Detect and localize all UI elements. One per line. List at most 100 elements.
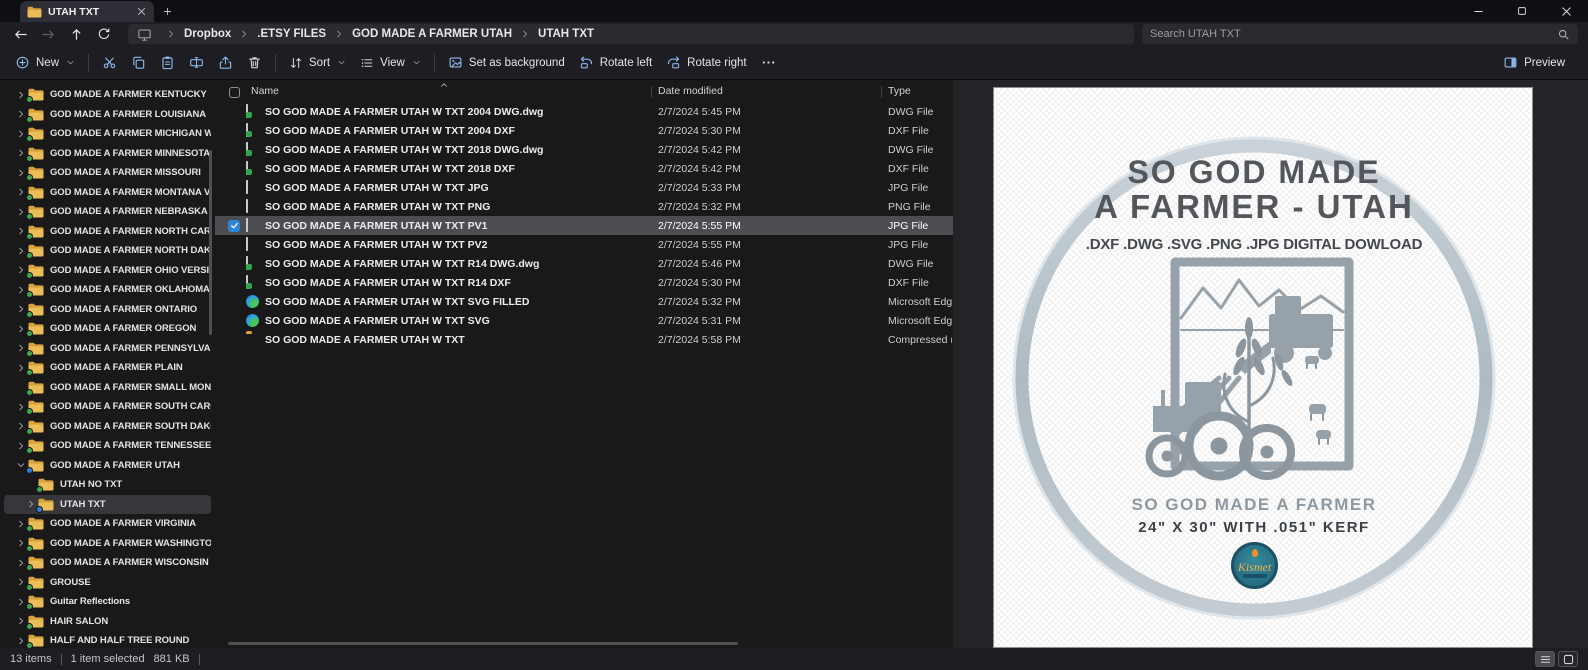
breadcrumb-item[interactable]: .ETSY FILES <box>233 28 326 40</box>
sidebar-folder-item[interactable]: GOD MADE A FARMER MONTANA VERSION <box>4 183 211 203</box>
large-icons-view-button[interactable] <box>1558 651 1578 667</box>
column-divider[interactable] <box>881 86 882 98</box>
search-icon[interactable] <box>1557 28 1570 41</box>
forward-button[interactable] <box>34 23 62 45</box>
sidebar-scrollbar[interactable] <box>209 150 212 335</box>
sidebar-folder-item[interactable]: GOD MADE A FARMER NORTH CAROLINA <box>4 222 211 242</box>
file-row[interactable]: SO GOD MADE A FARMER UTAH W TXT 2/7/2024… <box>215 330 953 349</box>
details-view-button[interactable] <box>1535 651 1555 667</box>
sidebar-folder-item[interactable]: GOD MADE A FARMER OREGON <box>4 319 211 339</box>
folder-icon <box>26 322 44 338</box>
sidebar-folder-item[interactable]: GOD MADE A FARMER MISSOURI <box>4 163 211 183</box>
sidebar-folder-item[interactable]: UTAH NO TXT <box>4 475 211 495</box>
search-box[interactable] <box>1142 24 1578 44</box>
column-header-type[interactable]: Type <box>888 85 911 97</box>
sidebar-folder-item[interactable]: GOD MADE A FARMER OKLAHOMA <box>4 280 211 300</box>
paste-button[interactable] <box>153 50 182 75</box>
selection-summary: 1 item selected <box>70 653 145 665</box>
file-row[interactable]: SO GOD MADE A FARMER UTAH W TXT R14 DXF … <box>215 273 953 292</box>
tab-close-icon[interactable] <box>136 6 147 17</box>
file-row[interactable]: SO GOD MADE A FARMER UTAH W TXT R14 DWG.… <box>215 254 953 273</box>
sidebar-folder-item[interactable]: GOD MADE A FARMER NEBRASKA <box>4 202 211 222</box>
sidebar-folder-item[interactable]: GOD MADE A FARMER NORTH DAKOTA <box>4 241 211 261</box>
column-header-date[interactable]: Date modified <box>658 85 723 97</box>
folder-tree: GOD MADE A FARMER KENTUCKY GOD MADE A FA… <box>0 85 215 648</box>
preview-toggle-button[interactable]: Preview <box>1496 50 1572 75</box>
up-button[interactable] <box>62 23 90 45</box>
sync-badge-icon <box>26 603 33 611</box>
row-checkbox[interactable] <box>228 219 240 232</box>
new-tab-button[interactable] <box>154 1 180 22</box>
sort-button[interactable]: Sort <box>282 51 353 75</box>
sidebar-folder-item[interactable]: GOD MADE A FARMER VIRGINIA <box>4 514 211 534</box>
sidebar-folder-item[interactable]: Guitar Reflections <box>4 592 211 612</box>
set-as-background-button[interactable]: Set as background <box>441 50 572 75</box>
view-button[interactable]: View <box>353 51 428 75</box>
more-options-button[interactable] <box>754 50 783 75</box>
refresh-button[interactable] <box>90 23 118 45</box>
file-row[interactable]: SO GOD MADE A FARMER UTAH W TXT PNG 2/7/… <box>215 197 953 216</box>
file-row[interactable]: SO GOD MADE A FARMER UTAH W TXT 2018 DXF… <box>215 159 953 178</box>
file-row[interactable]: SO GOD MADE A FARMER UTAH W TXT JPG 2/7/… <box>215 178 953 197</box>
preview-image[interactable]: SO GOD MADE A FARMER - UTAH .DXF .DWG .S… <box>993 87 1533 648</box>
sidebar-folder-item[interactable]: GOD MADE A FARMER PLAIN <box>4 358 211 378</box>
delete-button[interactable] <box>240 50 269 75</box>
design-formats-line: .DXF .DWG .SVG .PNG .JPG DIGITAL DOWLOAD <box>1085 236 1423 253</box>
column-header-name[interactable]: Name <box>251 85 279 97</box>
file-row[interactable]: SO GOD MADE A FARMER UTAH W TXT SVG FILL… <box>215 292 953 311</box>
copy-button[interactable] <box>124 50 153 75</box>
file-row[interactable]: SO GOD MADE A FARMER UTAH W TXT 2004 DXF… <box>215 121 953 140</box>
sidebar-folder-item[interactable]: GOD MADE A FARMER SMALL MONTANA VERSIO <box>4 378 211 398</box>
back-button[interactable] <box>6 23 34 45</box>
breadcrumb[interactable]: Dropbox .ETSY FILES GOD MADE A FARMER UT… <box>128 24 1134 44</box>
sidebar-folder-item[interactable]: GOD MADE A FARMER OHIO VERSION <box>4 261 211 281</box>
explorer-tab[interactable]: UTAH TXT <box>20 1 154 22</box>
sidebar-folder-item[interactable]: HAIR SALON <box>4 612 211 632</box>
breadcrumb-item[interactable]: UTAH TXT <box>514 28 594 40</box>
rotate-left-button[interactable]: Rotate left <box>572 50 659 75</box>
this-pc-icon[interactable] <box>137 27 152 42</box>
file-row[interactable]: SO GOD MADE A FARMER UTAH W TXT 2018 DWG… <box>215 140 953 159</box>
sidebar-folder-item[interactable]: GROUSE <box>4 573 211 593</box>
chevron-right-icon <box>239 29 249 39</box>
rotate-right-button[interactable]: Rotate right <box>659 50 753 75</box>
sync-badge-icon <box>26 544 33 552</box>
breadcrumb-item[interactable]: GOD MADE A FARMER UTAH <box>328 28 512 40</box>
sync-badge-icon <box>26 291 33 299</box>
sidebar-folder-item[interactable]: GOD MADE A FARMER KENTUCKY <box>4 85 211 105</box>
search-input[interactable] <box>1150 28 1557 40</box>
file-row[interactable]: SO GOD MADE A FARMER UTAH W TXT PV1 2/7/… <box>215 216 953 235</box>
column-divider[interactable] <box>651 86 652 98</box>
rename-button[interactable] <box>182 50 211 75</box>
preview-pane: SO GOD MADE A FARMER - UTAH .DXF .DWG .S… <box>953 80 1588 648</box>
sidebar-folder-item[interactable]: GOD MADE A FARMER PENNSYLVANIA <box>4 339 211 359</box>
maximize-button[interactable] <box>1500 0 1544 22</box>
sidebar-folder-item[interactable]: GOD MADE A FARMER WISCONSIN <box>4 553 211 573</box>
sidebar-folder-item[interactable]: GOD MADE A FARMER LOUISIANA <box>4 105 211 125</box>
sidebar-folder-item[interactable]: GOD MADE A FARMER MINNESOTA <box>4 144 211 164</box>
sidebar-folder-item[interactable]: HALF AND HALF TREE ROUND <box>4 631 211 648</box>
close-button[interactable] <box>1544 0 1588 22</box>
select-all-checkbox[interactable] <box>229 87 240 98</box>
sidebar-folder-item[interactable]: GOD MADE A FARMER MICHIGAN WITH UP <box>4 124 211 144</box>
file-row[interactable]: SO GOD MADE A FARMER UTAH W TXT SVG 2/7/… <box>215 311 953 330</box>
sidebar-folder-item[interactable]: GOD MADE A FARMER UTAH <box>4 456 211 476</box>
horizontal-scrollbar[interactable] <box>228 642 738 645</box>
breadcrumb-item[interactable]: Dropbox <box>160 28 231 40</box>
cut-button[interactable] <box>95 50 124 75</box>
share-button[interactable] <box>211 50 240 75</box>
sync-badge-icon <box>26 310 33 318</box>
sidebar-folder-item[interactable]: GOD MADE A FARMER ONTARIO <box>4 300 211 320</box>
sidebar-folder-item[interactable]: GOD MADE A FARMER WASHINGTON <box>4 534 211 554</box>
design-title-line2: A FARMER - UTAH <box>1094 188 1414 225</box>
sidebar-folder-item[interactable]: GOD MADE A FARMER SOUTH CAROLINA <box>4 397 211 417</box>
file-row[interactable]: SO GOD MADE A FARMER UTAH W TXT 2004 DWG… <box>215 102 953 121</box>
sidebar-folder-item[interactable]: GOD MADE A FARMER SOUTH DAKOTA <box>4 417 211 437</box>
file-row[interactable]: SO GOD MADE A FARMER UTAH W TXT PV2 2/7/… <box>215 235 953 254</box>
sidebar-folder-item[interactable]: UTAH TXT <box>4 494 211 514</box>
command-bar: New Sort View Set as background Rotate l… <box>0 46 1588 80</box>
folder-icon <box>26 556 44 572</box>
minimize-button[interactable] <box>1456 0 1500 22</box>
new-button[interactable]: New <box>8 50 82 75</box>
sidebar-folder-item[interactable]: GOD MADE A FARMER TENNESSEE <box>4 436 211 456</box>
